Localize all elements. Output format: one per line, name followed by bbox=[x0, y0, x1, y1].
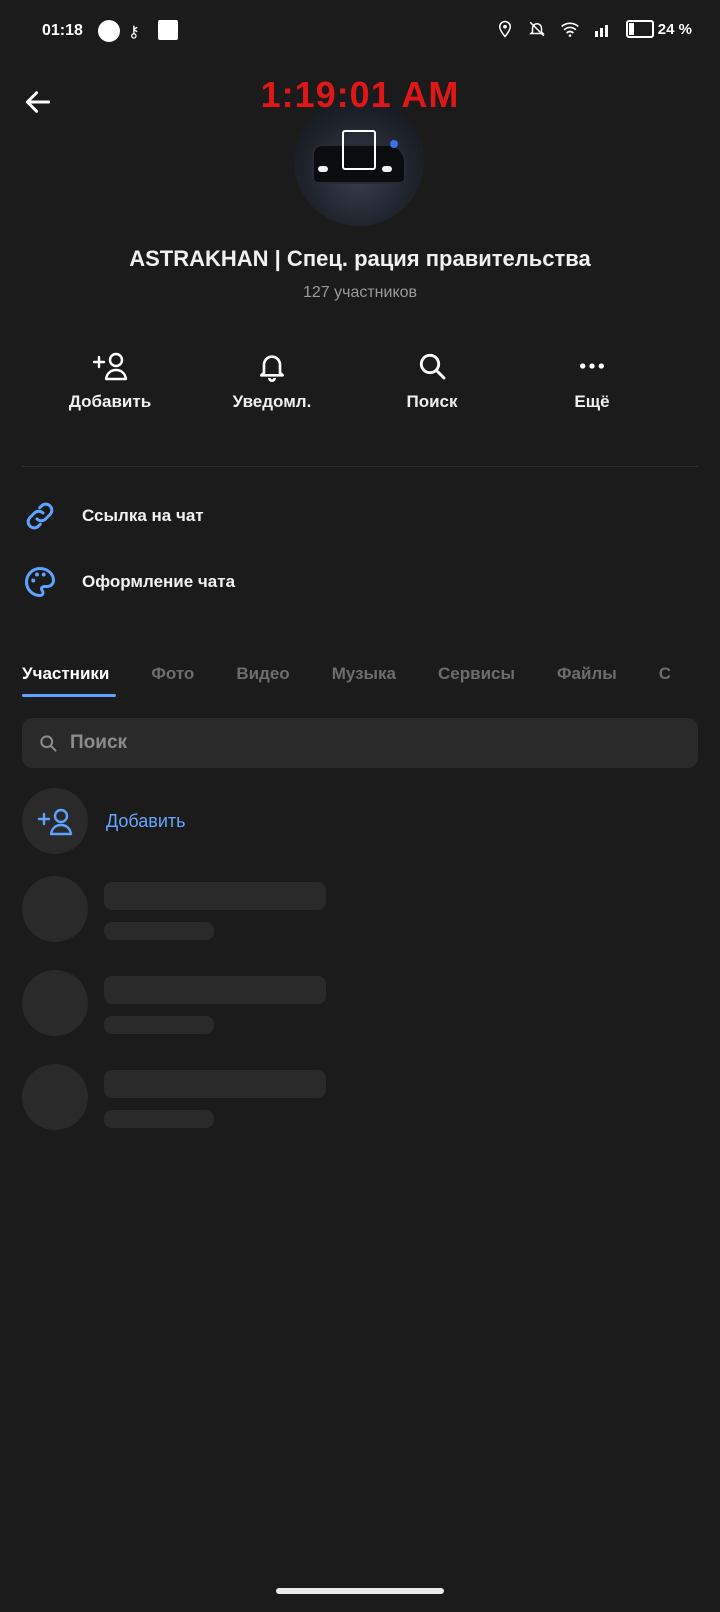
link-icon bbox=[26, 502, 54, 530]
members-count: 127 участников bbox=[302, 284, 418, 301]
action-bar: Добавить Уведомл. Поиск Ещё bbox=[0, 350, 720, 430]
add-member-avatar bbox=[22, 788, 88, 854]
member-skeleton-row bbox=[22, 970, 682, 1040]
media-tabs: Участники Фото Видео Музыка Сервисы Файл… bbox=[22, 664, 671, 684]
status-bar: 01:18 ⚷ 24 % bbox=[0, 0, 720, 60]
palette-icon bbox=[25, 567, 55, 597]
add-person-icon bbox=[92, 352, 128, 381]
home-indicator[interactable] bbox=[276, 1588, 444, 1594]
signal-icon bbox=[594, 25, 608, 37]
tab-music[interactable]: Музыка bbox=[332, 664, 396, 684]
add-person-icon bbox=[37, 808, 73, 836]
overlay-clock: 1:19:01 AM bbox=[260, 74, 460, 115]
tab-photo[interactable]: Фото bbox=[151, 664, 194, 684]
bell-icon bbox=[260, 355, 284, 382]
app-notification-icon bbox=[158, 20, 178, 40]
chat-link-row[interactable]: Ссылка на чат bbox=[22, 498, 204, 534]
member-skeleton-row bbox=[22, 1064, 682, 1134]
chat-design-row[interactable]: Оформление чата bbox=[22, 564, 235, 600]
add-member-button[interactable]: Добавить bbox=[30, 350, 190, 412]
divider bbox=[22, 466, 698, 467]
status-time: 01:18 bbox=[42, 22, 83, 39]
search-button[interactable]: Поиск bbox=[352, 350, 512, 412]
status-right: 24 % bbox=[496, 20, 692, 38]
chat-title: ASTRAKHAN | Спец. рация правительства bbox=[129, 246, 591, 271]
tab-services[interactable]: Сервисы bbox=[438, 664, 515, 684]
battery-percent: 24 % bbox=[657, 20, 692, 38]
more-button[interactable]: Ещё bbox=[512, 350, 672, 412]
document-icon bbox=[342, 130, 376, 170]
member-search-input[interactable]: Поиск bbox=[22, 718, 698, 768]
search-icon bbox=[419, 353, 446, 380]
search-icon bbox=[40, 735, 57, 752]
tab-more-partial[interactable]: С bbox=[659, 664, 671, 684]
tab-files[interactable]: Файлы bbox=[557, 664, 617, 684]
battery-icon bbox=[625, 20, 654, 38]
notification-dot-icon bbox=[98, 20, 120, 42]
add-member-row[interactable]: Добавить bbox=[22, 788, 186, 854]
notifications-button[interactable]: Уведомл. bbox=[192, 350, 352, 412]
battery: 24 % bbox=[625, 20, 692, 38]
location-icon bbox=[498, 20, 511, 38]
more-icon bbox=[580, 363, 604, 369]
tab-members[interactable]: Участники bbox=[22, 664, 109, 684]
wifi-icon bbox=[560, 22, 579, 37]
search-placeholder: Поиск bbox=[70, 732, 128, 753]
tab-video[interactable]: Видео bbox=[236, 664, 289, 684]
member-skeleton-row bbox=[22, 876, 682, 946]
mute-icon bbox=[528, 21, 545, 37]
active-tab-indicator bbox=[22, 694, 116, 697]
key-icon: ⚷ bbox=[128, 24, 140, 41]
